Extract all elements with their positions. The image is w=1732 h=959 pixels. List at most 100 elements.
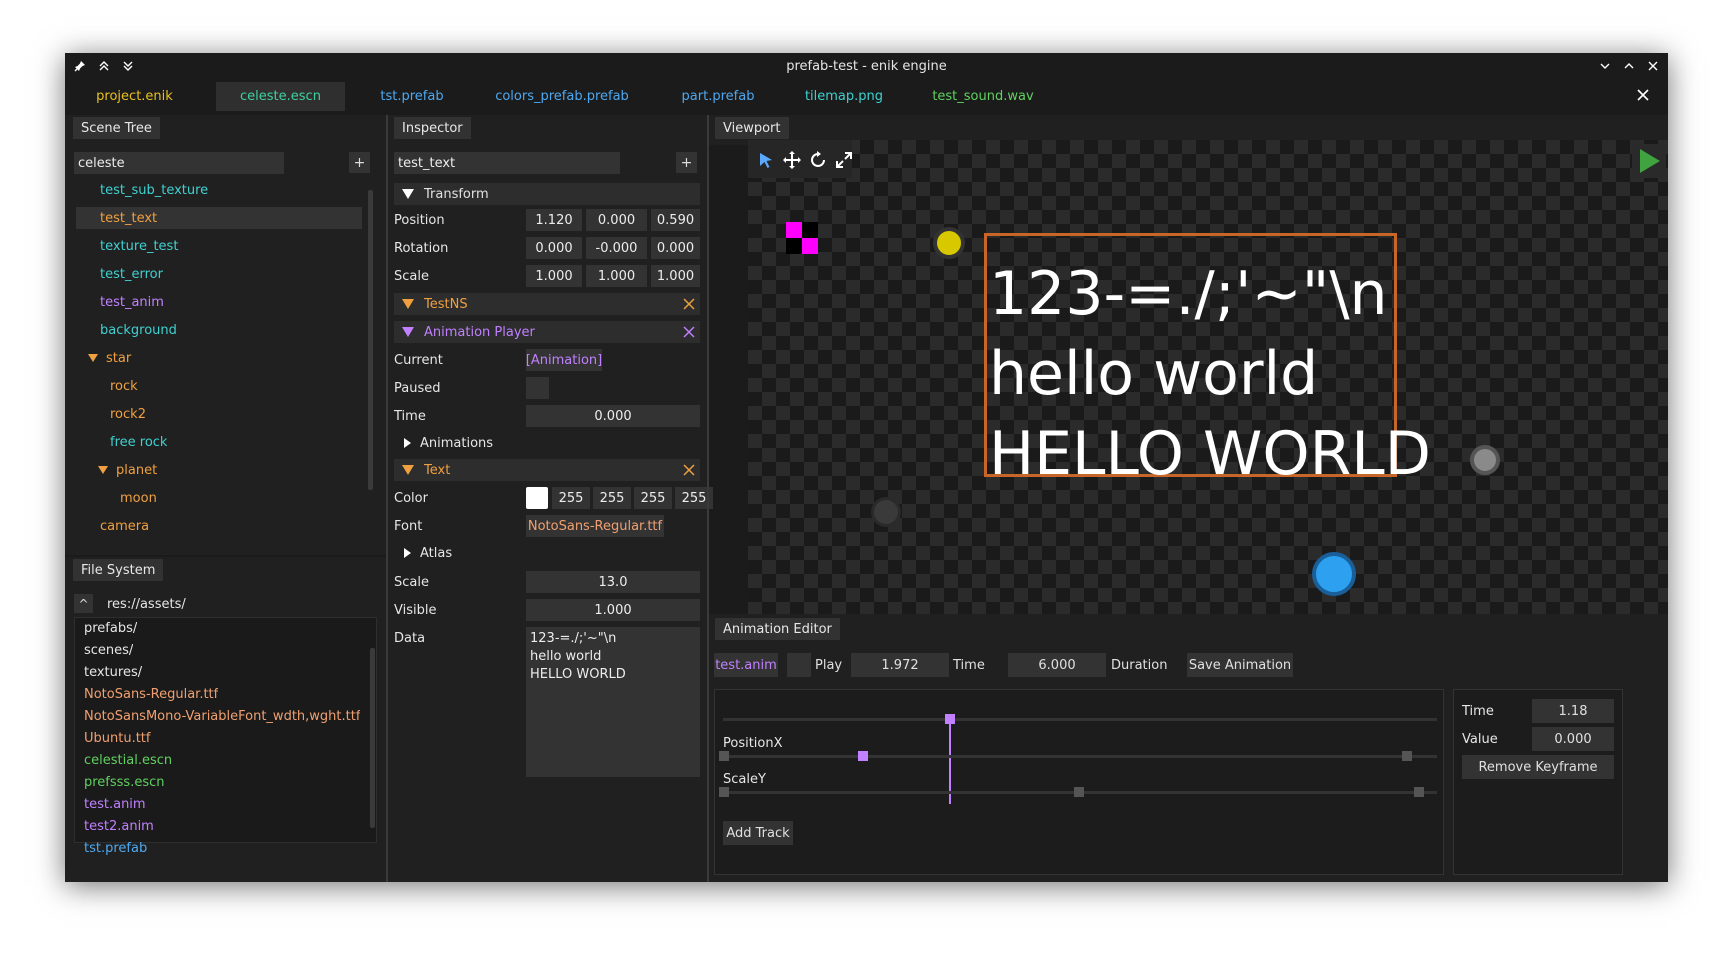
tree-item-test-anim[interactable]: test_anim bbox=[65, 291, 164, 313]
node-name-input[interactable]: test_text bbox=[394, 152, 620, 174]
scene-search-input[interactable]: celeste bbox=[74, 152, 284, 174]
tree-item-camera[interactable]: camera bbox=[65, 515, 149, 537]
yellow-node-circle[interactable] bbox=[933, 227, 965, 259]
text-selection-frame[interactable]: 123-=./;'~"\n hello world HELLO WORLD bbox=[984, 233, 1431, 484]
file-item[interactable]: test2.anim bbox=[84, 816, 154, 836]
track-line[interactable] bbox=[723, 755, 1437, 758]
rotation-y-field[interactable]: -0.000 bbox=[586, 237, 647, 259]
rotation-x-field[interactable]: 0.000 bbox=[526, 237, 582, 259]
keyframe[interactable] bbox=[719, 787, 729, 797]
keyframe[interactable] bbox=[1074, 787, 1084, 797]
current-animation-field[interactable]: [Animation] bbox=[526, 349, 602, 371]
tree-item-star[interactable]: star bbox=[65, 347, 131, 369]
remove-animation-player-icon[interactable] bbox=[683, 326, 695, 338]
expand-triangle-icon[interactable] bbox=[98, 466, 108, 474]
file-item[interactable]: prefsss.escn bbox=[84, 772, 165, 792]
close-tab-icon[interactable] bbox=[1636, 88, 1650, 102]
sprite-pixel[interactable] bbox=[786, 222, 802, 238]
keyframe-value-field[interactable]: 0.000 bbox=[1532, 727, 1614, 751]
tab-tst-prefab[interactable]: tst.prefab bbox=[361, 82, 463, 111]
tab-test-sound-wav[interactable]: test_sound.wav bbox=[913, 82, 1053, 111]
tree-item-rock[interactable]: rock bbox=[65, 375, 138, 397]
timeline-area[interactable]: PositionX ScaleY Add Track bbox=[714, 689, 1444, 875]
blue-node-circle[interactable] bbox=[1312, 552, 1356, 596]
duration-value-field[interactable]: 6.000 bbox=[1008, 653, 1106, 677]
tree-item-texture-test[interactable]: texture_test bbox=[65, 235, 178, 257]
file-item[interactable]: textures/ bbox=[84, 662, 142, 682]
close-window-icon[interactable] bbox=[1646, 58, 1660, 74]
rotation-z-field[interactable]: 0.000 bbox=[651, 237, 700, 259]
scene-tree-tab[interactable]: Scene Tree bbox=[73, 117, 160, 139]
maximize-icon[interactable] bbox=[1622, 58, 1636, 74]
parent-dir-button[interactable]: ^ bbox=[74, 594, 93, 613]
animations-toggle[interactable]: Animations bbox=[404, 432, 493, 454]
text-header[interactable]: Text bbox=[394, 459, 700, 481]
file-item[interactable]: NotoSans-Regular.ttf bbox=[84, 684, 218, 704]
add-track-button[interactable]: Add Track bbox=[723, 821, 793, 845]
inspector-tab[interactable]: Inspector bbox=[394, 117, 471, 139]
file-item[interactable]: NotoSansMono-VariableFont_wdth,wght.ttf bbox=[84, 706, 360, 726]
keyframe-time-field[interactable]: 1.18 bbox=[1532, 699, 1614, 723]
sprite-pixel[interactable] bbox=[802, 238, 818, 254]
tree-item-background[interactable]: background bbox=[65, 319, 177, 341]
data-textarea[interactable]: 123-=./;'~"\n hello world HELLO WORLD bbox=[526, 627, 700, 777]
tree-item-test-text[interactable]: test_text bbox=[76, 207, 362, 229]
keyframe[interactable] bbox=[719, 751, 729, 761]
tree-item-planet[interactable]: planet bbox=[65, 459, 157, 481]
scale-icon[interactable] bbox=[832, 148, 856, 172]
remove-testns-icon[interactable] bbox=[683, 298, 695, 310]
file-item[interactable]: prefabs/ bbox=[84, 618, 137, 638]
add-node-button[interactable]: + bbox=[349, 152, 370, 173]
rotate-icon[interactable] bbox=[806, 148, 830, 172]
position-x-field[interactable]: 1.120 bbox=[526, 209, 582, 231]
position-y-field[interactable]: 0.000 bbox=[586, 209, 647, 231]
minimize-icon[interactable] bbox=[1598, 58, 1612, 74]
scale-x-field[interactable]: 1.000 bbox=[526, 265, 582, 287]
dark-node-circle[interactable] bbox=[871, 497, 901, 527]
save-animation-button[interactable]: Save Animation bbox=[1187, 653, 1293, 677]
viewport-tab[interactable]: Viewport bbox=[715, 117, 789, 139]
select-icon[interactable] bbox=[754, 148, 778, 172]
keyframe[interactable] bbox=[1402, 751, 1412, 761]
color-b-field[interactable]: 255 bbox=[634, 487, 672, 509]
atlas-toggle[interactable]: Atlas bbox=[404, 542, 452, 564]
tree-item-free-rock[interactable]: free rock bbox=[65, 431, 167, 453]
paused-checkbox[interactable] bbox=[526, 377, 549, 399]
play-checkbox[interactable] bbox=[787, 653, 811, 677]
animation-player-header[interactable]: Animation Player bbox=[394, 321, 700, 343]
file-item[interactable]: celestial.escn bbox=[84, 750, 172, 770]
color-g-field[interactable]: 255 bbox=[593, 487, 631, 509]
keyframe[interactable] bbox=[1414, 787, 1424, 797]
scene-tree-scrollbar[interactable] bbox=[368, 190, 373, 490]
add-component-button[interactable]: + bbox=[676, 152, 697, 173]
remove-text-icon[interactable] bbox=[683, 464, 695, 476]
keyframe-selected[interactable] bbox=[858, 751, 868, 761]
visible-field[interactable]: 1.000 bbox=[526, 599, 700, 621]
tab-colors-prefab[interactable]: colors_prefab.prefab bbox=[477, 82, 647, 111]
tab-project-enik[interactable]: project.enik bbox=[69, 82, 200, 111]
color-r-field[interactable]: 255 bbox=[552, 487, 590, 509]
viewport-canvas[interactable]: 123-=./;'~"\n hello world HELLO WORLD bbox=[748, 140, 1668, 614]
file-item[interactable]: tst.prefab bbox=[84, 838, 147, 858]
expand-triangle-icon[interactable] bbox=[88, 354, 98, 362]
color-swatch[interactable] bbox=[526, 487, 548, 509]
tree-item-moon[interactable]: moon bbox=[65, 487, 157, 509]
tree-item-test-error[interactable]: test_error bbox=[65, 263, 163, 285]
text-scale-field[interactable]: 13.0 bbox=[526, 571, 700, 593]
scale-z-field[interactable]: 1.000 bbox=[651, 265, 700, 287]
tree-item-test-sub-texture[interactable]: test_sub_texture bbox=[65, 179, 208, 201]
file-system-tab[interactable]: File System bbox=[73, 559, 164, 581]
file-list-scrollbar[interactable] bbox=[370, 648, 375, 828]
file-item[interactable]: scenes/ bbox=[84, 640, 133, 660]
file-item[interactable]: Ubuntu.ttf bbox=[84, 728, 151, 748]
tab-part-prefab[interactable]: part.prefab bbox=[663, 82, 773, 111]
tab-tilemap-png[interactable]: tilemap.png bbox=[789, 82, 899, 111]
time-value-field[interactable]: 1.972 bbox=[851, 653, 949, 677]
scale-y-field[interactable]: 1.000 bbox=[586, 265, 647, 287]
font-field[interactable]: NotoSans-Regular.ttf bbox=[526, 515, 664, 537]
play-button[interactable] bbox=[1632, 144, 1666, 178]
file-item[interactable]: test.anim bbox=[84, 794, 146, 814]
tab-celeste-escn[interactable]: celeste.escn bbox=[216, 82, 345, 111]
move-icon[interactable] bbox=[780, 148, 804, 172]
playhead-handle[interactable] bbox=[945, 714, 955, 724]
